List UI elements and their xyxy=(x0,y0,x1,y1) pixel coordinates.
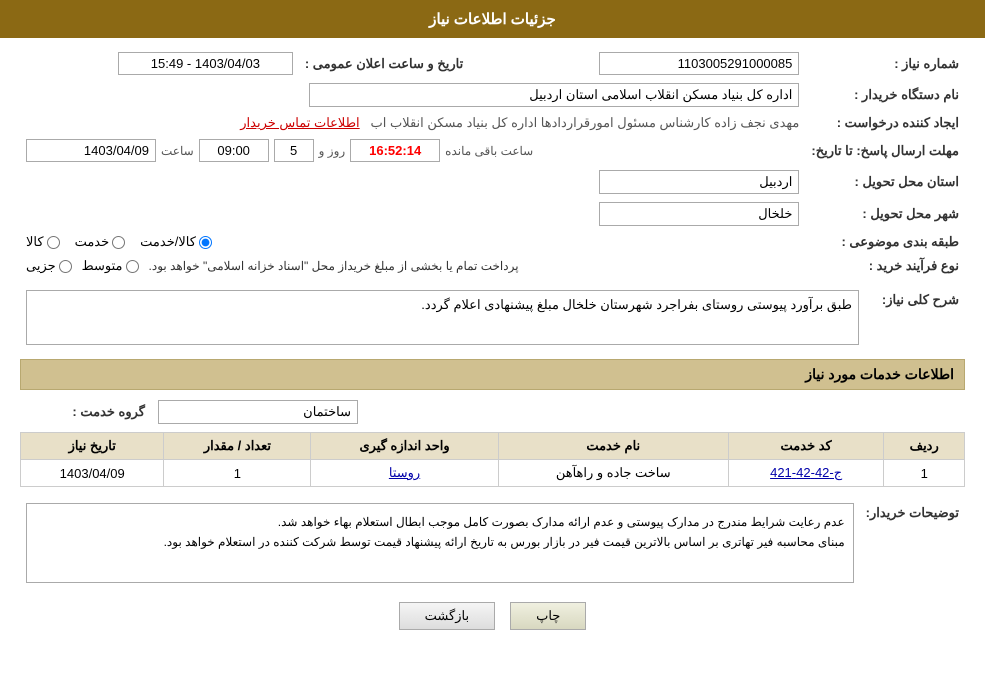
buyer-org-label: نام دستگاه خریدار : xyxy=(805,79,965,111)
creator-value: مهدی نجف زاده کارشناس مسئول امورقرارداده… xyxy=(371,115,800,130)
category-goods-option[interactable]: کالا xyxy=(26,234,60,250)
cell-need-date: 1403/04/09 xyxy=(21,460,164,487)
need-description-value: طبق برآورد پیوستی روستای بفراجرد شهرستان… xyxy=(26,290,859,345)
category-service-option[interactable]: خدمت xyxy=(75,234,126,250)
table-row: شماره نیاز : 1103005291000085 تاریخ و سا… xyxy=(20,48,965,79)
table-row: طبقه بندی موضوعی : کالا خدمت کالا/خدمت xyxy=(20,230,965,254)
category-service-radio[interactable] xyxy=(112,236,125,249)
col-row-num: ردیف xyxy=(884,433,965,460)
table-row: ایجاد کننده درخواست : مهدی نجف زاده کارش… xyxy=(20,111,965,135)
cell-service-name: ساخت جاده و راهآهن xyxy=(498,460,728,487)
need-number-label: شماره نیاز : xyxy=(805,48,965,79)
category-goods-service-radio[interactable] xyxy=(199,236,212,249)
deadline-label: مهلت ارسال پاسخ: تا تاریخ: xyxy=(805,135,965,166)
col-quantity: تعداد / مقدار xyxy=(164,433,311,460)
category-goods-radio[interactable] xyxy=(47,236,60,249)
table-row: نام دستگاه خریدار : اداره کل بنیاد مسکن … xyxy=(20,79,965,111)
services-table: ردیف کد خدمت نام خدمت واحد اندازه گیری ت… xyxy=(20,432,965,487)
category-goods-service-label: کالا/خدمت xyxy=(140,234,196,250)
deadline-days-label: روز و xyxy=(319,144,346,158)
cell-unit: روستا xyxy=(311,460,498,487)
main-content: شماره نیاز : 1103005291000085 تاریخ و سا… xyxy=(0,38,985,650)
table-row: 1 ج-42-42-421 ساخت جاده و راهآهن روستا 1… xyxy=(21,460,965,487)
purchase-medium-option[interactable]: متوسط xyxy=(82,258,139,274)
services-table-body: 1 ج-42-42-421 ساخت جاده و راهآهن روستا 1… xyxy=(21,460,965,487)
page-wrapper: جزئیات اطلاعات نیاز شماره نیاز : 1103005… xyxy=(0,0,985,691)
purchase-type-label: نوع فرآیند خرید : xyxy=(805,254,965,278)
need-number-value: 1103005291000085 xyxy=(599,52,799,75)
table-row: مهلت ارسال پاسخ: تا تاریخ: 1403/04/09 سا… xyxy=(20,135,965,166)
deadline-row: 1403/04/09 ساعت 09:00 5 روز و 16:52:14 س… xyxy=(26,139,799,162)
announcement-value: 1403/04/03 - 15:49 xyxy=(118,52,293,75)
table-row: شرح کلی نیاز: طبق برآورد پیوستی روستای ب… xyxy=(20,286,965,349)
creator-label: ایجاد کننده درخواست : xyxy=(805,111,965,135)
purchase-medium-radio[interactable] xyxy=(126,260,139,273)
purchase-partial-radio[interactable] xyxy=(59,260,72,273)
deadline-remaining-label: ساعت باقی مانده xyxy=(445,144,533,158)
services-section: گروه خدمت : ساختمان ردیف کد خدمت نام خدم… xyxy=(20,400,965,487)
buyer-notes-value: عدم رعایت شرایط مندرج در مدارک پیوستی و … xyxy=(26,503,854,583)
buttons-row: چاپ بازگشت xyxy=(20,602,965,630)
service-group-row: گروه خدمت : ساختمان xyxy=(20,400,965,424)
buyer-notes-table: توضیحات خریدار: عدم رعایت شرایط مندرج در… xyxy=(20,499,965,587)
purchase-type-row: جزیی متوسط پرداخت تمام یا بخشی از مبلغ خ… xyxy=(26,258,799,274)
back-button[interactable]: بازگشت xyxy=(399,602,495,630)
deadline-time-label: ساعت xyxy=(161,144,194,158)
need-desc-label: شرح کلی نیاز: xyxy=(865,286,965,349)
buyer-notes-label: توضیحات خریدار: xyxy=(860,499,965,587)
city-label: شهر محل تحویل : xyxy=(805,198,965,230)
province-label: استان محل تحویل : xyxy=(805,166,965,198)
purchase-partial-label: جزیی xyxy=(26,258,56,274)
service-group-label: گروه خدمت : xyxy=(20,404,150,420)
table-row: استان محل تحویل : اردبیل xyxy=(20,166,965,198)
services-section-title: اطلاعات خدمات مورد نیاز xyxy=(20,359,965,390)
category-goods-label: کالا xyxy=(26,234,44,250)
cell-service-code: ج-42-42-421 xyxy=(728,460,884,487)
cell-row-num: 1 xyxy=(884,460,965,487)
purchase-type-desc: پرداخت تمام یا بخشی از مبلغ خریداز محل "… xyxy=(149,259,519,273)
category-radio-group: کالا خدمت کالا/خدمت xyxy=(26,234,799,250)
cell-quantity: 1 xyxy=(164,460,311,487)
service-group-value: ساختمان xyxy=(158,400,358,424)
deadline-days: 5 xyxy=(274,139,314,162)
deadline-remaining: 16:52:14 xyxy=(350,139,440,162)
purchase-medium-label: متوسط xyxy=(82,258,123,274)
col-need-date: تاریخ نیاز xyxy=(21,433,164,460)
col-unit: واحد اندازه گیری xyxy=(311,433,498,460)
table-row: ردیف کد خدمت نام خدمت واحد اندازه گیری ت… xyxy=(21,433,965,460)
city-value: خلخال xyxy=(599,202,799,226)
category-goods-service-option[interactable]: کالا/خدمت xyxy=(140,234,212,250)
info-table: شماره نیاز : 1103005291000085 تاریخ و سا… xyxy=(20,48,965,278)
need-desc-table: شرح کلی نیاز: طبق برآورد پیوستی روستای ب… xyxy=(20,286,965,349)
page-title: جزئیات اطلاعات نیاز xyxy=(429,11,556,28)
need-description-section: شرح کلی نیاز: طبق برآورد پیوستی روستای ب… xyxy=(20,286,965,349)
page-header: جزئیات اطلاعات نیاز xyxy=(0,0,985,38)
deadline-time: 09:00 xyxy=(199,139,269,162)
category-label: طبقه بندی موضوعی : xyxy=(805,230,965,254)
table-row: نوع فرآیند خرید : جزیی متوسط پرداخت تمام… xyxy=(20,254,965,278)
services-table-header: ردیف کد خدمت نام خدمت واحد اندازه گیری ت… xyxy=(21,433,965,460)
announcement-label: تاریخ و ساعت اعلان عمومی : xyxy=(299,48,469,79)
creator-contact-link[interactable]: اطلاعات تماس خریدار xyxy=(240,115,359,130)
table-row: توضیحات خریدار: عدم رعایت شرایط مندرج در… xyxy=(20,499,965,587)
deadline-date: 1403/04/09 xyxy=(26,139,156,162)
table-row: شهر محل تحویل : خلخال xyxy=(20,198,965,230)
purchase-partial-option[interactable]: جزیی xyxy=(26,258,72,274)
category-service-label: خدمت xyxy=(75,234,110,250)
print-button[interactable]: چاپ xyxy=(510,602,586,630)
col-service-name: نام خدمت xyxy=(498,433,728,460)
buyer-org-value: اداره کل بنیاد مسکن انقلاب اسلامی استان … xyxy=(309,83,799,107)
province-value: اردبیل xyxy=(599,170,799,194)
col-service-code: کد خدمت xyxy=(728,433,884,460)
